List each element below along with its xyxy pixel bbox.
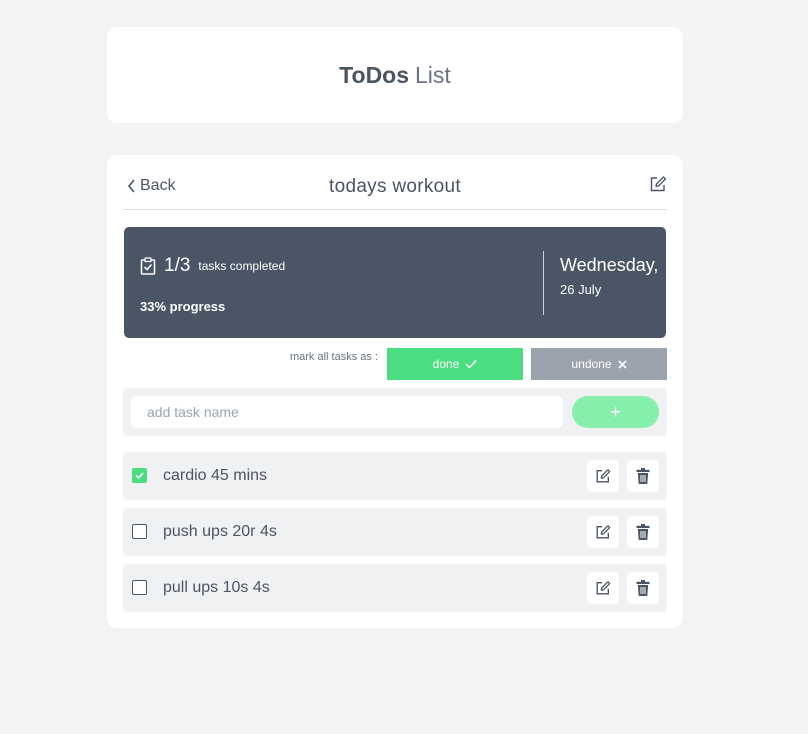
- check-icon: [135, 472, 144, 480]
- edit-list-button[interactable]: [649, 175, 667, 198]
- edit-task-button[interactable]: [587, 572, 619, 604]
- done-label: done: [432, 357, 460, 371]
- progress-summary: 1/3 tasks completed 33% progress Wednesd…: [124, 227, 666, 338]
- trash-icon: [636, 524, 650, 540]
- edit-task-button[interactable]: [587, 516, 619, 548]
- trash-icon: [636, 580, 650, 596]
- edit-task-button[interactable]: [587, 460, 619, 492]
- task-name: pull ups 10s 4s: [163, 579, 270, 596]
- summary-stats: 1/3 tasks completed 33% progress: [140, 255, 285, 314]
- summary-divider: [543, 251, 544, 315]
- task-row: pull ups 10s 4s: [123, 564, 667, 612]
- app-title-bold: ToDos: [339, 61, 410, 88]
- task-row: cardio 45 mins: [123, 452, 667, 500]
- pencil-square-icon: [596, 469, 611, 483]
- mark-all-label: mark all tasks as :: [289, 351, 378, 363]
- task-checkbox[interactable]: [132, 524, 147, 539]
- task-checkbox[interactable]: [132, 468, 147, 483]
- add-task-input[interactable]: [131, 396, 563, 428]
- progress-text: 33% progress: [140, 299, 226, 314]
- mark-all-done-button[interactable]: done: [387, 348, 523, 380]
- delete-task-button[interactable]: [627, 572, 659, 604]
- weekday: Wednesday,: [560, 255, 659, 275]
- title-card: ToDos List: [107, 27, 683, 123]
- todo-list-card: Back todays workout 1/3 tasks completed …: [107, 155, 683, 628]
- x-icon: [617, 359, 627, 369]
- list-title: todays workout: [329, 176, 461, 197]
- add-task-button[interactable]: +: [572, 396, 659, 428]
- task-name: cardio 45 mins: [163, 467, 268, 484]
- delete-task-button[interactable]: [627, 460, 659, 492]
- pencil-square-icon: [650, 176, 667, 192]
- task-checkbox[interactable]: [132, 580, 147, 595]
- add-task-row: +: [123, 388, 667, 436]
- delete-task-button[interactable]: [627, 516, 659, 548]
- trash-icon: [636, 468, 650, 484]
- completed-label: tasks completed: [198, 259, 286, 273]
- completed-count: 1/3: [164, 255, 191, 276]
- pencil-square-icon: [596, 525, 611, 539]
- undone-label: undone: [571, 357, 612, 371]
- app-title: ToDos List: [339, 62, 451, 89]
- clipboard-check-icon: [140, 257, 156, 275]
- date: 26 July: [560, 282, 602, 297]
- pencil-square-icon: [596, 581, 611, 595]
- list-header: Back todays workout: [123, 155, 667, 210]
- app-title-light: List: [415, 61, 451, 88]
- mark-all-row: mark all tasks as : done undone: [124, 348, 667, 380]
- check-icon: [465, 359, 477, 369]
- mark-all-undone-button[interactable]: undone: [531, 348, 667, 380]
- task-row: push ups 20r 4s: [123, 508, 667, 556]
- task-name: push ups 20r 4s: [163, 523, 277, 540]
- summary-date: Wednesday, 26 July: [560, 255, 658, 297]
